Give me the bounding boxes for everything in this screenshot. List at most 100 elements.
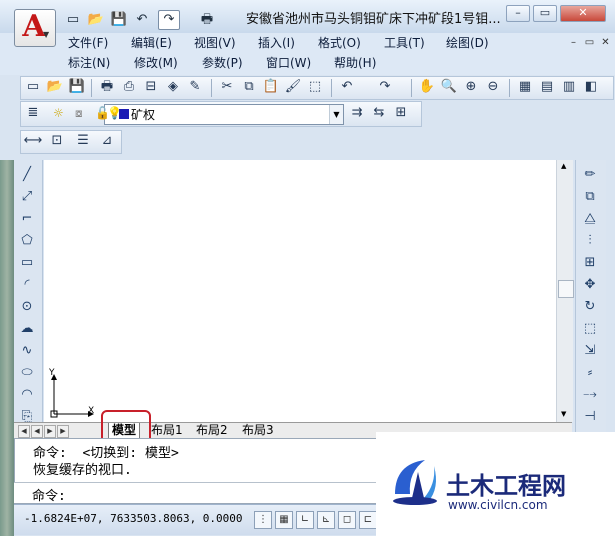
scroll-down-icon[interactable]: ▼ <box>561 410 566 418</box>
trim-icon[interactable]: ⸗ <box>579 362 601 383</box>
publish-icon[interactable]: ⊟ <box>141 77 161 97</box>
snap-icon[interactable]: ⋮ <box>254 511 272 529</box>
undo-icon[interactable]: ↶ <box>131 10 153 30</box>
stretch-icon[interactable]: ⇲ <box>579 340 601 361</box>
menu-view[interactable]: 视图(V) <box>194 34 236 53</box>
menu-dimension[interactable]: 标注(N) <box>68 54 110 73</box>
construction-line-icon[interactable]: ⤢ <box>16 186 38 207</box>
extend-icon[interactable]: ⤍ <box>579 384 601 405</box>
drawing-canvas[interactable] <box>44 160 556 422</box>
rectangle-icon[interactable]: ▭ <box>16 252 38 273</box>
open-icon[interactable]: 📂 <box>85 10 107 30</box>
close-button[interactable]: ✕ <box>560 5 606 22</box>
new-icon[interactable]: ▭ <box>23 77 43 97</box>
restore-button[interactable]: ▭ <box>533 5 557 22</box>
redo-icon[interactable]: ↷ <box>375 77 395 97</box>
spline-icon[interactable]: ∿ <box>16 340 38 361</box>
copy-icon[interactable]: ⧉ <box>239 77 259 97</box>
circle-icon[interactable]: ⊙ <box>16 296 38 317</box>
previous-tab-icon[interactable]: ◀ <box>31 425 43 438</box>
tab-layout2[interactable]: 布局2 <box>196 423 228 438</box>
ortho-icon[interactable]: ∟ <box>296 511 314 529</box>
pan-icon[interactable]: ✋ <box>417 77 437 97</box>
minimize-button[interactable]: – <box>506 5 530 22</box>
zoom-window-icon[interactable]: ⊕ <box>461 77 481 97</box>
tab-layout1[interactable]: 布局1 <box>151 423 183 438</box>
block-editor-icon[interactable]: ⬚ <box>305 77 325 97</box>
rotate-icon[interactable]: ↻ <box>579 296 601 317</box>
save-icon[interactable]: 💾 <box>108 10 130 30</box>
osnap-icon[interactable]: ◻ <box>338 511 356 529</box>
match-properties-icon[interactable]: 🖌 <box>283 77 303 97</box>
3d-publish-icon[interactable]: ◈ <box>163 77 183 97</box>
ellipse-arc-icon[interactable]: ◠ <box>16 384 38 405</box>
copy-object-icon[interactable]: ⧉ <box>579 186 601 207</box>
grid-icon[interactable]: ▦ <box>275 511 293 529</box>
menu-format[interactable]: 格式(O) <box>318 34 361 53</box>
last-tab-icon[interactable]: ▶ <box>57 425 69 438</box>
zoom-previous-icon[interactable]: ⊖ <box>483 77 503 97</box>
layer-dropdown[interactable]: 💡 ☼ ⧇ 🔓 矿权 ▼ <box>53 104 344 125</box>
break-icon[interactable]: ⊣ <box>579 406 601 427</box>
save-icon[interactable]: 💾 <box>67 77 87 97</box>
scroll-thumb[interactable] <box>558 280 574 298</box>
mirror-icon[interactable]: ⧋ <box>579 208 601 229</box>
sun-icon[interactable]: ☼ <box>53 106 64 120</box>
arc-icon[interactable]: ◜ <box>16 274 38 295</box>
plot-icon[interactable]: 🖶 <box>97 77 117 97</box>
doc-minimize-button[interactable]: – <box>566 37 581 50</box>
menu-modify[interactable]: 修改(M) <box>134 54 178 73</box>
polygon-icon[interactable]: ⬠ <box>16 230 38 251</box>
menu-edit[interactable]: 编辑(E) <box>131 34 172 53</box>
erase-icon[interactable]: ✏ <box>579 164 601 185</box>
area-icon[interactable]: ⊡ <box>47 131 67 151</box>
menu-insert[interactable]: 插入(I) <box>258 34 295 53</box>
zoom-realtime-icon[interactable]: 🔍 <box>439 77 459 97</box>
lock-icon[interactable]: 🔓 <box>95 106 110 120</box>
ellipse-icon[interactable]: ⬭ <box>16 362 38 383</box>
redo-icon[interactable]: ↷ <box>158 10 180 30</box>
layer-properties-icon[interactable]: ≣ <box>23 103 43 123</box>
vertical-scrollbar[interactable]: ▲ ▼ <box>556 160 574 422</box>
etransmit-icon[interactable]: ✎ <box>185 77 205 97</box>
tool-palettes-icon[interactable]: ▥ <box>559 77 579 97</box>
first-tab-icon[interactable]: ◀ <box>18 425 30 438</box>
paste-icon[interactable]: 📋 <box>261 77 281 97</box>
menu-window[interactable]: 窗口(W) <box>266 54 311 73</box>
application-menu-button[interactable]: A ▼ <box>14 9 56 47</box>
viewport-freeze-icon[interactable]: ⧇ <box>75 106 83 121</box>
menu-draw[interactable]: 绘图(D) <box>446 34 489 53</box>
scroll-up-icon[interactable]: ▲ <box>561 162 566 170</box>
next-tab-icon[interactable]: ▶ <box>44 425 56 438</box>
plot-icon[interactable]: 🖶 <box>196 10 218 30</box>
array-icon[interactable]: ⊞ <box>579 252 601 273</box>
new-icon[interactable]: ▭ <box>62 10 84 30</box>
menu-parametric[interactable]: 参数(P) <box>202 54 243 73</box>
undo-icon[interactable]: ↶ <box>337 77 357 97</box>
tab-layout3[interactable]: 布局3 <box>242 423 274 438</box>
revision-cloud-icon[interactable]: ☁ <box>16 318 38 339</box>
doc-close-button[interactable]: ✕ <box>598 37 613 50</box>
otrack-icon[interactable]: ⊏ <box>359 511 377 529</box>
menu-tools[interactable]: 工具(T) <box>384 34 425 53</box>
doc-restore-button[interactable]: ▭ <box>582 37 597 50</box>
distance-icon[interactable]: ⟷ <box>23 131 43 151</box>
polar-icon[interactable]: ⊾ <box>317 511 335 529</box>
polyline-icon[interactable]: ⌐ <box>16 208 38 229</box>
layer-previous-icon[interactable]: ⇆ <box>369 103 389 123</box>
offset-icon[interactable]: ⫶ <box>579 230 601 251</box>
layer-states-icon[interactable]: ⊞ <box>391 103 411 123</box>
plot-preview-icon[interactable]: ⎙ <box>119 77 139 97</box>
properties-icon[interactable]: ▦ <box>515 77 535 97</box>
make-current-layer-icon[interactable]: ⇉ <box>347 103 367 123</box>
chevron-down-icon[interactable]: ▼ <box>329 105 343 124</box>
cut-icon[interactable]: ✂ <box>217 77 237 97</box>
sheet-set-icon[interactable]: ◧ <box>581 77 601 97</box>
move-icon[interactable]: ✥ <box>579 274 601 295</box>
design-center-icon[interactable]: ▤ <box>537 77 557 97</box>
list-icon[interactable]: ☰ <box>73 131 93 151</box>
scale-icon[interactable]: ⬚ <box>579 318 601 339</box>
line-icon[interactable]: ╱ <box>16 164 38 185</box>
menu-file[interactable]: 文件(F) <box>68 34 108 53</box>
menu-help[interactable]: 帮助(H) <box>334 54 376 73</box>
